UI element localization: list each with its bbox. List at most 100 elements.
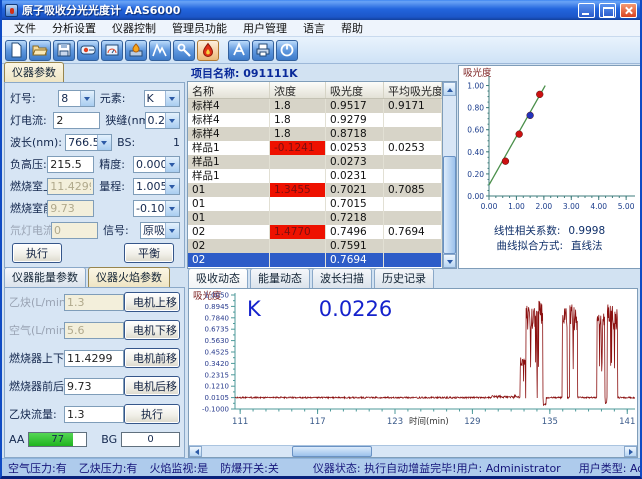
wrench-button[interactable] <box>173 40 195 61</box>
dynamics-tabstrip: 吸收动态能量动态波长扫描历史记录 <box>188 271 638 288</box>
burner-fb-input[interactable] <box>64 378 124 395</box>
burner-ud-input[interactable] <box>64 350 124 367</box>
table-cell: 样品1 <box>188 155 270 169</box>
lamp-button[interactable] <box>77 40 99 61</box>
scroll-right-icon[interactable] <box>624 446 637 457</box>
signal-select[interactable]: 原吸 <box>140 222 180 239</box>
menu-item[interactable]: 用户管理 <box>235 19 295 37</box>
table-cell <box>384 253 442 267</box>
offset-select[interactable]: -0.1000 <box>133 200 180 217</box>
scroll-thumb[interactable] <box>443 156 456 254</box>
scroll-up-icon[interactable] <box>443 82 456 96</box>
tab-flame-0[interactable]: 仪器能量参数 <box>4 267 86 287</box>
range-select[interactable]: 1.0050 <box>133 178 180 195</box>
svg-text:0.6735: 0.6735 <box>205 326 230 334</box>
autozero-button[interactable] <box>228 40 250 61</box>
main-content: 仪器参数 灯号: 8 元素: K 灯电流: 狭缝(nm): 0.2 <box>2 64 640 458</box>
chevron-down-icon[interactable] <box>165 201 179 216</box>
gauge-button[interactable] <box>101 40 123 61</box>
burner-button[interactable] <box>125 40 147 61</box>
slit-select[interactable]: 0.2 <box>145 112 181 129</box>
menu-item[interactable]: 帮助 <box>333 19 371 37</box>
air-label: 空气(L/min): <box>9 322 64 338</box>
table-row[interactable]: 020.7591 <box>188 239 442 253</box>
lamp-no-select[interactable]: 8 <box>58 90 95 107</box>
open-folder-button[interactable] <box>29 40 51 61</box>
chevron-down-icon[interactable] <box>165 91 179 106</box>
column-header[interactable]: 名称 <box>188 82 270 98</box>
neg-hv-input[interactable] <box>47 156 94 173</box>
tab-instrument-params[interactable]: 仪器参数 <box>4 62 64 82</box>
table-row[interactable]: 010.7015 <box>188 197 442 211</box>
c2h2-flow-input[interactable] <box>64 406 124 423</box>
lamp-icon <box>80 42 96 58</box>
column-header[interactable]: 浓度 <box>270 82 326 98</box>
tab-dynamics-2[interactable]: 波长扫描 <box>312 268 372 288</box>
peak-button[interactable] <box>149 40 171 61</box>
menu-item[interactable]: 仪器控制 <box>104 19 164 37</box>
bg-energy-meter: 0 <box>121 432 180 447</box>
menu-item[interactable]: 语言 <box>295 19 333 37</box>
c2h2-flow-label: 乙炔流量: <box>9 406 64 422</box>
table-row[interactable]: 样品10.0273 <box>188 155 442 169</box>
minimize-button[interactable] <box>578 3 595 18</box>
balance-button[interactable]: 平衡 <box>124 243 174 263</box>
column-header[interactable]: 平均吸光度 <box>384 82 442 98</box>
menu-item[interactable]: 分析设置 <box>44 19 104 37</box>
wavelength-select[interactable]: 766.5 <box>65 134 112 151</box>
execute-button[interactable]: 执行 <box>12 243 62 263</box>
hscroll-thumb[interactable] <box>292 446 372 457</box>
lamp-current-input[interactable] <box>53 112 100 129</box>
column-header[interactable]: 吸光度 <box>326 82 384 98</box>
chevron-down-icon[interactable] <box>165 223 179 238</box>
table-row[interactable]: 标样41.80.8718 <box>188 127 442 141</box>
close-button[interactable] <box>620 3 637 18</box>
table-cell <box>270 197 326 211</box>
save-disk-button[interactable] <box>53 40 75 61</box>
tab-dynamics-3[interactable]: 历史记录 <box>374 268 434 288</box>
time-scrollbar[interactable] <box>189 445 637 457</box>
menu-item[interactable]: 文件 <box>6 19 44 37</box>
precision-select[interactable]: 0.0000 <box>133 156 180 173</box>
table-row[interactable]: 标样41.80.9279 <box>188 113 442 127</box>
table-row[interactable]: 样品10.0231 <box>188 169 442 183</box>
tab-flame-1[interactable]: 仪器火焰参数 <box>88 267 170 287</box>
scroll-left-icon[interactable] <box>189 446 202 457</box>
table-row[interactable]: 样品1-0.12410.02530.0253 <box>188 141 442 155</box>
tab-dynamics-1[interactable]: 能量动态 <box>250 268 310 288</box>
motor-forward-button[interactable]: 电机前移 <box>124 348 180 368</box>
dynamics-area: 吸收动态能量动态波长扫描历史记录 吸光度1.00500.89450.78400.… <box>187 269 640 458</box>
tab-dynamics-0[interactable]: 吸收动态 <box>188 268 248 288</box>
chevron-down-icon[interactable] <box>165 113 179 128</box>
chevron-down-icon[interactable] <box>165 179 179 194</box>
table-scrollbar[interactable] <box>442 82 456 268</box>
flame-button[interactable] <box>197 40 219 61</box>
table-cell <box>384 155 442 169</box>
chevron-down-icon[interactable] <box>165 157 179 172</box>
element-symbol: K <box>247 297 261 321</box>
svg-text:123: 123 <box>387 417 403 427</box>
flame-execute-button[interactable]: 执行 <box>124 404 180 424</box>
motor-back-button[interactable]: 电机后移 <box>124 376 180 396</box>
table-cell <box>270 155 326 169</box>
element-label: 元素: <box>100 90 144 106</box>
table-row[interactable]: 020.7694 <box>188 253 442 267</box>
motor-up-button[interactable]: 电机上移 <box>124 292 180 312</box>
scroll-down-icon[interactable] <box>443 254 456 268</box>
power-button[interactable] <box>276 40 298 61</box>
toolbar <box>2 37 640 64</box>
element-select[interactable]: K <box>144 90 181 107</box>
table-row[interactable]: 标样41.80.95170.9171 <box>188 99 442 113</box>
menu-item[interactable]: 管理员功能 <box>164 19 235 37</box>
chevron-down-icon[interactable] <box>97 135 111 150</box>
maximize-button[interactable] <box>599 3 616 18</box>
table-cell <box>384 113 442 127</box>
motor-down-button[interactable]: 电机下移 <box>124 320 180 340</box>
new-file-button[interactable] <box>5 40 27 61</box>
table-row[interactable]: 011.34550.70210.7085 <box>188 183 442 197</box>
printer-button[interactable] <box>252 40 274 61</box>
chevron-down-icon[interactable] <box>80 91 94 106</box>
table-row[interactable]: 021.47700.74960.7694 <box>188 225 442 239</box>
table-cell: 02 <box>188 225 270 239</box>
table-row[interactable]: 010.7218 <box>188 211 442 225</box>
